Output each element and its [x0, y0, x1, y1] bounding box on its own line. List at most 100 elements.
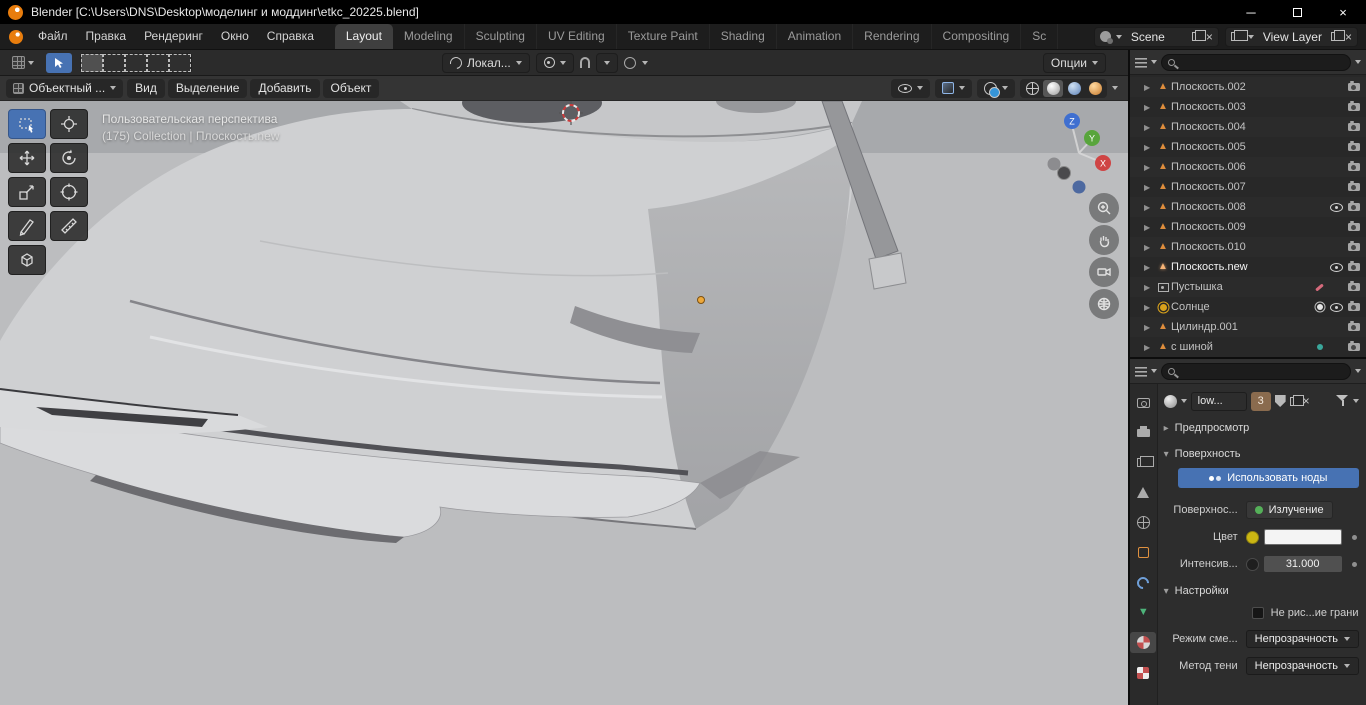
viewport-3d[interactable]: Пользовательская перспектива (175) Colle…: [0, 101, 1128, 705]
outliner-row[interactable]: ▶▲Плоскость.003: [1130, 97, 1366, 117]
render-visibility-camera-icon[interactable]: [1348, 203, 1360, 211]
menubar-item[interactable]: Правка: [77, 24, 136, 49]
select-mode-extend[interactable]: [103, 54, 125, 72]
tool-annotate[interactable]: [8, 211, 46, 241]
properties-editor-icon[interactable]: [1135, 366, 1147, 377]
close-button[interactable]: ×: [1320, 0, 1366, 24]
outliner-row[interactable]: ▶▲Плоскость.new: [1130, 257, 1366, 277]
slot-specials-chevron[interactable]: [1353, 399, 1359, 403]
color-keyframe-dot[interactable]: [1352, 535, 1357, 540]
expand-arrow-icon[interactable]: ▶: [1144, 83, 1155, 92]
outliner-editor-icon[interactable]: [1135, 57, 1147, 68]
render-visibility-camera-icon[interactable]: [1348, 183, 1360, 191]
render-visibility-camera-icon[interactable]: [1348, 283, 1360, 291]
render-visibility-camera-icon[interactable]: [1348, 263, 1360, 271]
expand-arrow-icon[interactable]: ▶: [1144, 223, 1155, 232]
object-name[interactable]: Цилиндр.001: [1171, 321, 1328, 333]
viewport-menu-item[interactable]: Объект: [323, 79, 380, 98]
view-layer-selector[interactable]: View Layer ×: [1225, 27, 1358, 47]
tool-transform[interactable]: [50, 177, 88, 207]
expand-arrow-icon[interactable]: ▶: [1144, 163, 1155, 172]
options-dropdown[interactable]: Опции: [1043, 53, 1106, 73]
tab-render[interactable]: [1130, 392, 1156, 413]
expand-arrow-icon[interactable]: ▶: [1144, 203, 1155, 212]
material-users-count[interactable]: 3: [1251, 392, 1271, 411]
strength-number-field[interactable]: 31.000: [1264, 556, 1342, 572]
visibility-eye-icon[interactable]: [1330, 303, 1343, 312]
object-name[interactable]: Плоскость.007: [1171, 181, 1328, 193]
material-name-field[interactable]: low...: [1191, 392, 1247, 411]
viewport-menu-item[interactable]: Вид: [127, 79, 165, 98]
render-visibility-camera-icon[interactable]: [1348, 303, 1360, 311]
tab-material[interactable]: [1130, 632, 1156, 653]
new-material-icon[interactable]: [1290, 397, 1299, 406]
blender-menu-icon[interactable]: [9, 30, 23, 44]
menubar-item[interactable]: Файл: [29, 24, 77, 49]
outliner-row[interactable]: ▶▲Плоскость.002: [1130, 77, 1366, 97]
select-mode-subtract[interactable]: [125, 54, 147, 72]
gizmo-axis-neg2[interactable]: [1058, 167, 1071, 180]
tab-world[interactable]: [1130, 512, 1156, 533]
render-visibility-camera-icon[interactable]: [1348, 123, 1360, 131]
tool-rotate[interactable]: [50, 143, 88, 173]
object-name[interactable]: Солнце: [1171, 301, 1311, 313]
object-name[interactable]: Плоскость.009: [1171, 221, 1328, 233]
object-name[interactable]: Плоскость.new: [1171, 261, 1328, 273]
outliner-row[interactable]: ▶▲Плоскость.006: [1130, 157, 1366, 177]
outliner-row[interactable]: ▶▲Цилиндр.001: [1130, 317, 1366, 337]
outliner-row[interactable]: ▶▲Плоскость.008: [1130, 197, 1366, 217]
viewport-menu-item[interactable]: Выделение: [168, 79, 248, 98]
gizmo-axis-neg-z[interactable]: [1073, 181, 1086, 194]
workspace-tab[interactable]: Sculpting: [465, 24, 537, 49]
object-name[interactable]: Пустышка: [1171, 281, 1311, 293]
snap-toggle-icon[interactable]: [580, 57, 590, 68]
minimize-button[interactable]: ─: [1228, 0, 1274, 24]
active-tool-button[interactable]: [46, 53, 72, 73]
menubar-item[interactable]: Окно: [212, 24, 258, 49]
outliner-editor-chevron[interactable]: [1151, 60, 1157, 64]
navigation-gizmo[interactable]: Z Y X: [1036, 107, 1122, 202]
use-nodes-button[interactable]: Использовать ноды: [1178, 468, 1359, 488]
gizmo-axis-x[interactable]: X: [1095, 155, 1111, 171]
brush-icon[interactable]: [1315, 283, 1324, 291]
shading-solid-button[interactable]: [1043, 80, 1063, 97]
tool-scale[interactable]: [8, 177, 46, 207]
select-mode-new[interactable]: [81, 54, 103, 72]
shader-dropdown[interactable]: Излучение: [1246, 501, 1333, 519]
object-name[interactable]: Плоскость.005: [1171, 141, 1328, 153]
filter-funnel-icon[interactable]: [1336, 395, 1349, 407]
outliner-filter-chevron[interactable]: [1355, 60, 1361, 64]
zoom-button[interactable]: [1089, 193, 1119, 223]
strength-animate-toggle[interactable]: [1246, 558, 1259, 571]
backface-checkbox[interactable]: [1252, 607, 1264, 619]
tab-texture[interactable]: [1130, 662, 1156, 683]
workspace-tab[interactable]: Layout: [335, 24, 393, 49]
proportional-falloff-chevron[interactable]: [642, 61, 648, 65]
menubar-item[interactable]: Рендеринг: [135, 24, 212, 49]
tab-modifiers[interactable]: [1130, 572, 1156, 593]
outliner-row[interactable]: ▶Солнце: [1130, 297, 1366, 317]
tool-measure[interactable]: [50, 211, 88, 241]
gizmo-axis-y[interactable]: Y: [1084, 130, 1100, 146]
tool-select-box[interactable]: [8, 109, 46, 139]
workspace-tab[interactable]: Rendering: [853, 24, 931, 49]
xray-toggle-icon[interactable]: [942, 82, 954, 94]
pan-hand-button[interactable]: [1089, 225, 1119, 255]
gizmo-axis-z[interactable]: Z: [1064, 113, 1080, 129]
outliner-row[interactable]: ▶▲Плоскость.004: [1130, 117, 1366, 137]
new-view-layer-icon[interactable]: [1331, 32, 1340, 41]
object-name[interactable]: Плоскость.004: [1171, 121, 1328, 133]
render-visibility-camera-icon[interactable]: [1348, 143, 1360, 151]
new-scene-icon[interactable]: [1192, 32, 1201, 41]
unlink-material-icon[interactable]: ×: [1303, 395, 1310, 407]
tab-view-layer[interactable]: [1130, 452, 1156, 473]
section-surface[interactable]: ▾ Поверхность: [1164, 443, 1359, 465]
workspace-tab[interactable]: Texture Paint: [617, 24, 710, 49]
material-sphere-icon[interactable]: [1164, 395, 1177, 408]
expand-arrow-icon[interactable]: ▶: [1144, 243, 1155, 252]
dot-icon[interactable]: [1317, 344, 1323, 350]
expand-arrow-icon[interactable]: ▶: [1144, 323, 1155, 332]
render-visibility-camera-icon[interactable]: [1348, 163, 1360, 171]
menubar-item[interactable]: Справка: [258, 24, 323, 49]
object-name[interactable]: Плоскость.010: [1171, 241, 1328, 253]
